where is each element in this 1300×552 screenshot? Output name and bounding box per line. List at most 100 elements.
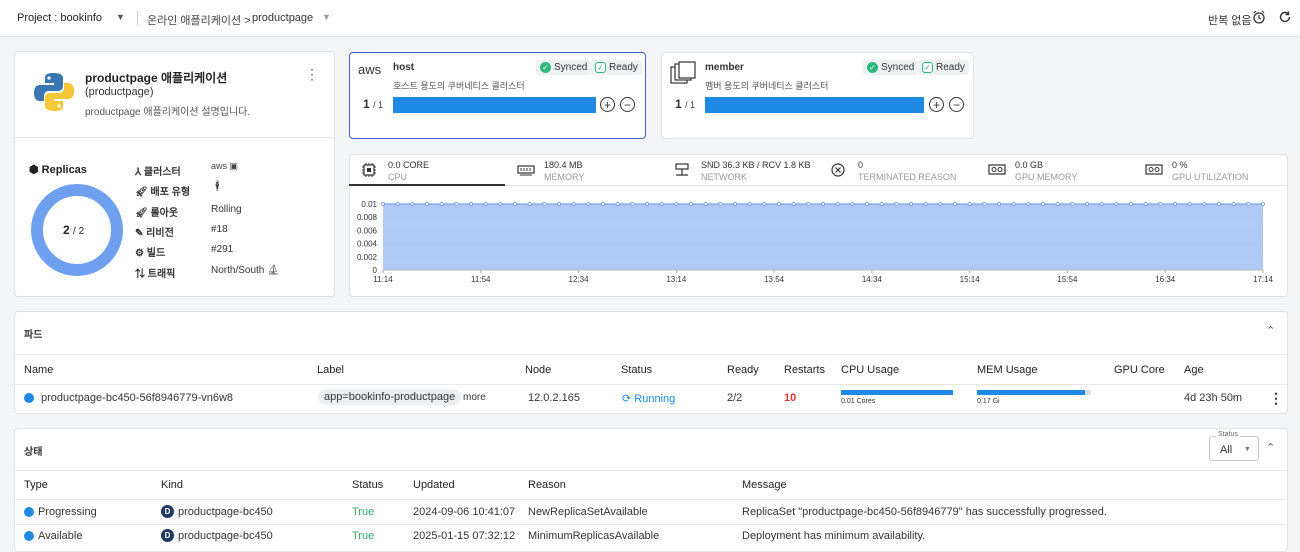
cpu-usage-fill — [841, 390, 953, 395]
cancel-circle-icon — [831, 163, 845, 180]
x-tick-label: 15:14 — [960, 275, 981, 284]
status-filter-select[interactable]: Status All ▼ — [1209, 431, 1259, 461]
data-point — [850, 201, 855, 207]
data-point — [615, 201, 620, 207]
cpu-usage-chart: 0.01 0.008 0.006 0.004 0.002 011:14 11:54 12:34… — [357, 200, 1274, 284]
tab-memory[interactable]: 180.4 MB MEMORY — [515, 156, 661, 186]
refresh-interval-label[interactable]: 반복 없음 — [1208, 12, 1252, 28]
project-selector[interactable]: Project : bookinfo — [17, 12, 102, 24]
filter-label: Status — [1216, 431, 1240, 438]
cluster-card-host[interactable]: aws host 호스트 용도의 쿠버네티스 클러스터 ✓ Synced ✓ Rea… — [349, 52, 646, 139]
table-row[interactable]: Progressing D productpage-bc450 True 202… — [14, 500, 1288, 524]
chevron-down-icon[interactable]: ▼ — [116, 12, 125, 22]
col-header[interactable]: Updated — [413, 479, 455, 491]
col-header[interactable]: Type — [24, 479, 48, 491]
data-point — [894, 201, 899, 207]
mem-usage-text: 0.17 Gi — [977, 398, 1000, 405]
condition-type: Progressing — [38, 506, 97, 518]
more-vert-icon[interactable]: ⋮ — [1269, 390, 1283, 407]
rollout-value: Rolling — [211, 204, 242, 215]
col-header[interactable]: Age — [1184, 364, 1204, 376]
tab-value: 180.4 MB — [544, 160, 583, 170]
more-vert-icon[interactable]: ⋮ — [305, 66, 319, 83]
tab-gpu-utilization[interactable]: 0 % GPU UTILIZATION — [1143, 156, 1283, 186]
chevron-down-icon[interactable]: ▼ — [322, 12, 331, 22]
synced-badge: ✓ Synced — [536, 60, 592, 75]
col-header[interactable]: Status — [352, 479, 383, 491]
pod-name[interactable]: productpage-bc450-56f8946779-vn6w8 — [41, 392, 233, 404]
more-link[interactable]: more — [463, 392, 486, 403]
data-point — [879, 201, 884, 207]
data-point — [732, 201, 738, 207]
condition-updated: 2025-01-15 07:32:12 — [413, 530, 516, 542]
replica-count: 1 / 1 — [363, 97, 384, 111]
data-point — [806, 201, 811, 207]
minus-button[interactable]: − — [949, 97, 964, 112]
aws-icon: aws — [358, 62, 382, 77]
col-header[interactable]: Ready — [727, 364, 759, 376]
col-header[interactable]: CPU Usage — [841, 364, 899, 376]
breadcrumb-current[interactable]: productpage — [252, 12, 313, 24]
tab-gpu-memory[interactable]: 0.0 GB GPU MEMORY — [986, 156, 1132, 186]
filter-value: All — [1220, 444, 1233, 456]
y-tick-label: 0.008 — [357, 213, 378, 222]
data-point — [938, 201, 943, 207]
tab-value: 0.0 GB — [1015, 160, 1044, 170]
tab-network[interactable]: SND 36.3 KB / RCV 1.8 KB NETWORK — [672, 156, 818, 186]
check-icon: ✓ — [595, 62, 606, 73]
data-point — [1260, 201, 1266, 207]
data-point — [1055, 201, 1060, 207]
x-tick-label: 13:14 — [666, 275, 687, 284]
col-header[interactable]: Status — [621, 364, 652, 376]
y-tick-label: 0.01 — [361, 200, 377, 209]
data-point — [380, 201, 386, 207]
data-point — [864, 201, 870, 207]
col-header[interactable]: Name — [24, 364, 53, 376]
cluster-card-member[interactable]: member 멤버 용도의 쿠버네티스 클러스터 ✓ Synced ✓ Ready … — [661, 52, 974, 139]
col-header[interactable]: GPU Core — [1114, 364, 1165, 376]
table-row[interactable]: productpage-bc450-56f8946779-vn6w8 app=b… — [14, 385, 1288, 413]
condition-message: ReplicaSet "productpage-bc450-56f8946779… — [742, 506, 1107, 518]
check-circle-icon: ✓ — [867, 62, 878, 73]
alarm-clock-icon[interactable] — [1252, 10, 1266, 27]
col-header[interactable]: Label — [317, 364, 344, 376]
cluster-icons: aws ▣ — [211, 161, 239, 171]
refresh-icon[interactable] — [1278, 10, 1292, 27]
data-point — [1216, 201, 1222, 207]
deployment-icon: D — [161, 529, 174, 542]
tab-terminated[interactable]: 0 TERMINATED REASON — [829, 156, 975, 186]
status-dot — [24, 393, 34, 403]
deployment-icon: D — [161, 505, 174, 518]
divider — [14, 470, 1288, 471]
chevron-up-icon[interactable]: ⌃ — [1266, 324, 1275, 337]
col-header[interactable]: Restarts — [784, 364, 825, 376]
table-row[interactable]: Available D productpage-bc450 True 2025-… — [14, 525, 1288, 549]
condition-kind[interactable]: productpage-bc450 — [178, 506, 273, 518]
chevron-up-icon[interactable]: ⌃ — [1266, 441, 1275, 454]
data-point — [791, 201, 796, 207]
plus-button[interactable]: + — [929, 97, 944, 112]
build-label: ⚙ 빌드 — [135, 248, 166, 259]
breadcrumb-app[interactable]: 온라인 애플리케이션 > — [147, 12, 251, 28]
col-header[interactable]: Reason — [528, 479, 566, 491]
tab-cpu[interactable]: 0.0 CORE CPU — [359, 156, 505, 186]
replicas-heading: ⬢ Replicas — [29, 164, 87, 176]
data-point — [952, 201, 958, 207]
divider — [15, 137, 334, 138]
condition-reason: NewReplicaSetAvailable — [528, 506, 648, 518]
y-tick-label: 0.004 — [357, 240, 378, 249]
data-point — [996, 201, 1002, 207]
cluster-desc: 멤버 용도의 쿠버네티스 클러스터 — [705, 81, 829, 91]
col-header[interactable]: Node — [525, 364, 551, 376]
data-point — [1040, 201, 1046, 207]
col-header[interactable]: Message — [742, 479, 787, 491]
data-point — [439, 201, 444, 207]
data-point — [703, 201, 708, 207]
data-point — [483, 201, 488, 207]
condition-kind[interactable]: productpage-bc450 — [178, 530, 273, 542]
col-header[interactable]: Kind — [161, 479, 183, 491]
col-header[interactable]: MEM Usage — [977, 364, 1038, 376]
plus-button[interactable]: + — [600, 97, 615, 112]
data-point — [424, 201, 430, 207]
minus-button[interactable]: − — [620, 97, 635, 112]
